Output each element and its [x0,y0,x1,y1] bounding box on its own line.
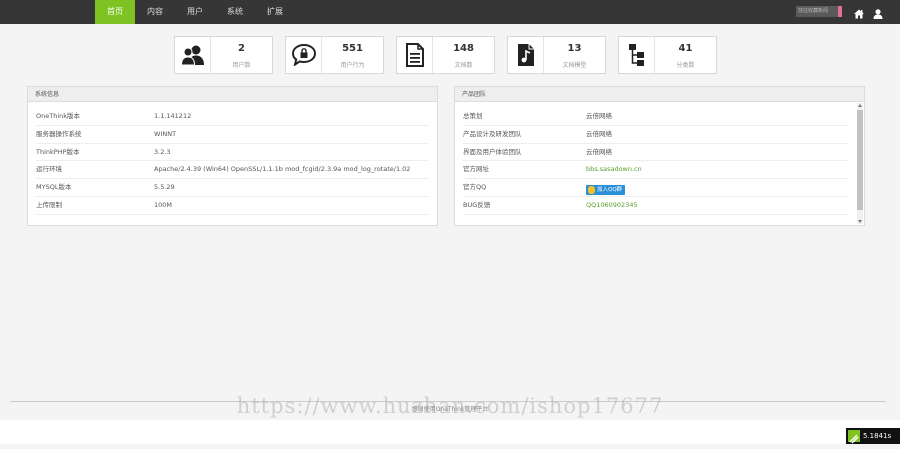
row-key: BUG反馈 [463,200,491,209]
row-key: 官方网址 [463,165,489,174]
stat-value: 148 [453,43,474,54]
table-row: 上传限制 100M [36,197,429,215]
nav-item-extend[interactable]: 扩展 [255,0,295,24]
nav-item-users[interactable]: 用户 [175,0,215,24]
row-value: 1.1.141212 [154,112,192,120]
row-key: 总策划 [463,112,483,120]
footer-divider [10,401,886,402]
bottom-strip [0,420,900,444]
sitemap-icon [619,37,655,73]
chat-bubble-icon [286,37,322,73]
nav-item-content[interactable]: 内容 [135,0,175,24]
stat-card-users[interactable]: 2 用户数 [174,36,273,74]
stat-label: 分类数 [676,62,695,69]
table-row: 总策划 云倍网络 [463,108,848,126]
stats-row: 2 用户数 551 用户行为 148 文档数 13 文档模型 41 分类数 [174,36,719,74]
row-key: 运行环境 [36,165,62,174]
stat-label: 文档数 [454,62,473,69]
music-file-icon [508,37,544,73]
row-key: 官方QQ [463,183,487,192]
trace-time: 5.1841s [863,432,892,440]
row-value: Apache/2.4.39 (Win64) OpenSSL/1.1.1b mod… [154,165,411,174]
scroll-up-arrow-icon[interactable] [858,104,862,107]
scroll-down-arrow-icon[interactable] [858,220,862,223]
table-row: BUG反馈 QQ1060902345 [463,197,848,215]
row-key: 产品设计及研发团队 [463,129,522,138]
table-row: 产品设计及研发团队 云倍网络 [463,126,848,144]
table-row: 界面及用户体验团队 云倍网络 [463,144,848,162]
trace-logo-icon [848,430,860,444]
stat-label: 用户数 [232,62,251,69]
row-value: 加入QQ群 [586,179,626,196]
panel-scrollbar[interactable] [857,103,863,224]
product-team-panel: 产品团队 总策划 云倍网络 产品设计及研发团队 云倍网络 界面及用户体验团队 云倍网络… [454,86,865,226]
stat-value: 2 [238,43,245,54]
document-icon [397,37,433,73]
website-link[interactable]: bbs.sasadown.cn [586,161,642,178]
table-row: 官方网址 bbs.sasadown.cn [463,161,848,180]
user-icon[interactable] [872,5,884,19]
table-row: MYSQL版本 5.5.29 [36,179,429,197]
nav-item-home[interactable]: 首页 [95,0,135,24]
row-value: 云倍网络 [586,147,612,156]
row-value: 5.5.29 [154,183,175,192]
stat-value: 41 [678,43,693,54]
footer-text: 感谢使用OneThink管理平台 [411,406,489,413]
users-icon [175,37,211,73]
row-value: 100M [154,200,173,209]
home-icon[interactable] [853,5,865,19]
user-dropdown[interactable]: 前往收藏新闻 [796,6,842,17]
row-key: 服务器操作系统 [36,129,82,138]
page-trace-timer[interactable]: 5.1841s [846,428,900,444]
row-value: WINNT [154,129,177,138]
table-row: 服务器操作系统 WINNT [36,126,429,144]
stat-label: 文档模型 [562,62,587,69]
row-key: OneThink版本 [36,112,81,120]
main-nav: 首页 内容 用户 系统 扩展 [95,0,295,24]
row-key: ThinkPHP版本 [36,147,80,156]
row-value: 云倍网络 [586,129,612,138]
row-key: 上传限制 [36,200,62,209]
stat-label: 用户行为 [340,62,365,69]
row-value: 3.2.3 [154,147,171,156]
stat-card-documents[interactable]: 148 文档数 [396,36,495,74]
join-qq-group-button[interactable]: 加入QQ群 [586,185,626,196]
stat-card-doc-models[interactable]: 13 文档模型 [507,36,606,74]
stat-card-actions[interactable]: 551 用户行为 [285,36,384,74]
stat-value: 13 [567,43,582,54]
row-key: MYSQL版本 [36,183,72,192]
table-row: 运行环境 Apache/2.4.39 (Win64) OpenSSL/1.1.1b… [36,161,429,180]
stat-card-categories[interactable]: 41 分类数 [618,36,717,74]
table-row: 官方QQ 加入QQ群 [463,179,848,197]
nav-item-system[interactable]: 系统 [215,0,255,24]
table-row: ThinkPHP版本 3.2.3 [36,144,429,162]
panel-title: 系统信息 [28,87,437,102]
panel-title: 产品团队 [455,87,864,102]
bug-feedback-link[interactable]: QQ1060902345 [586,197,638,214]
row-key: 界面及用户体验团队 [463,147,522,156]
system-info-panel: 系统信息 OneThink版本 1.1.141212 服务器操作系统 WINNT T… [27,86,438,226]
scroll-thumb[interactable] [857,110,863,210]
row-value: 云倍网络 [586,112,612,120]
stat-value: 551 [342,43,363,54]
table-row: OneThink版本 1.1.141212 [36,108,429,126]
top-navbar: 首页 内容 用户 系统 扩展 前往收藏新闻 [0,0,900,24]
